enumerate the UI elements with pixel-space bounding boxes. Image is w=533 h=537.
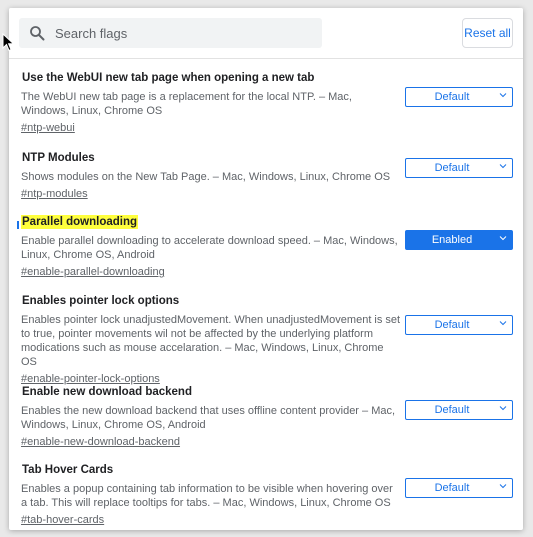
select-value: Enabled [431, 234, 473, 246]
reset-all-button[interactable]: Reset all [462, 18, 513, 48]
flag-title: Use the WebUI new tab page when opening … [22, 72, 315, 84]
chevron-down-icon [499, 406, 507, 411]
chevron-down-icon [499, 236, 507, 241]
flag-state-select-parallel-downloading[interactable]: Enabled [405, 230, 513, 250]
flag-link[interactable]: #enable-parallel-downloading [21, 265, 165, 279]
search-input[interactable] [55, 18, 310, 48]
flags-panel: Reset all Use the WebUI new tab page whe… [9, 8, 523, 530]
flag-description: Enables the new download backend that us… [21, 405, 396, 431]
chevron-down-icon [499, 93, 507, 98]
flag-title: Tab Hover Cards [22, 464, 114, 476]
search-icon [30, 26, 45, 41]
flag-state-select-ntp-webui[interactable]: Default [405, 87, 513, 107]
select-value: Default [434, 482, 470, 494]
search-toolbar: Reset all [9, 8, 523, 59]
flag-description: Shows modules on the New Tab Page. – Mac… [21, 171, 391, 183]
chevron-down-icon [499, 484, 507, 489]
flag-description: Enables pointer lock unadjustedMovement.… [21, 314, 401, 368]
select-value: Default [434, 91, 470, 103]
select-value: Default [434, 404, 470, 416]
flag-title: Enables pointer lock options [22, 295, 180, 307]
flag-link[interactable]: #enable-new-download-backend [21, 435, 180, 449]
chevron-down-icon [499, 164, 507, 169]
flag-enable-pointer-lock-options: Enables pointer lock options Enables poi… [21, 291, 513, 387]
chevron-down-icon [499, 321, 507, 326]
flag-link[interactable]: #tab-hover-cards [21, 513, 104, 527]
flag-description: Enable parallel downloading to accelerat… [21, 235, 398, 261]
flag-title: Enable new download backend [22, 386, 192, 398]
flag-link[interactable]: #ntp-webui [21, 121, 75, 135]
flag-state-select-ntp-modules[interactable]: Default [405, 158, 513, 178]
flag-state-select-download-backend[interactable]: Default [405, 400, 513, 420]
flag-link[interactable]: #ntp-modules [21, 187, 88, 201]
cursor-icon [2, 33, 15, 52]
select-value: Default [434, 162, 470, 174]
flag-state-select-pointer-lock[interactable]: Default [405, 315, 513, 335]
search-box[interactable] [19, 18, 322, 48]
flag-title: NTP Modules [22, 152, 95, 164]
select-value: Default [434, 319, 470, 331]
highlight-marker [17, 221, 19, 229]
flag-title: Parallel downloading [21, 215, 139, 229]
flag-description: Enables a popup containing tab informati… [21, 483, 393, 509]
flag-description: The WebUI new tab page is a replacement … [21, 91, 352, 117]
flag-state-select-tab-hover-cards[interactable]: Default [405, 478, 513, 498]
